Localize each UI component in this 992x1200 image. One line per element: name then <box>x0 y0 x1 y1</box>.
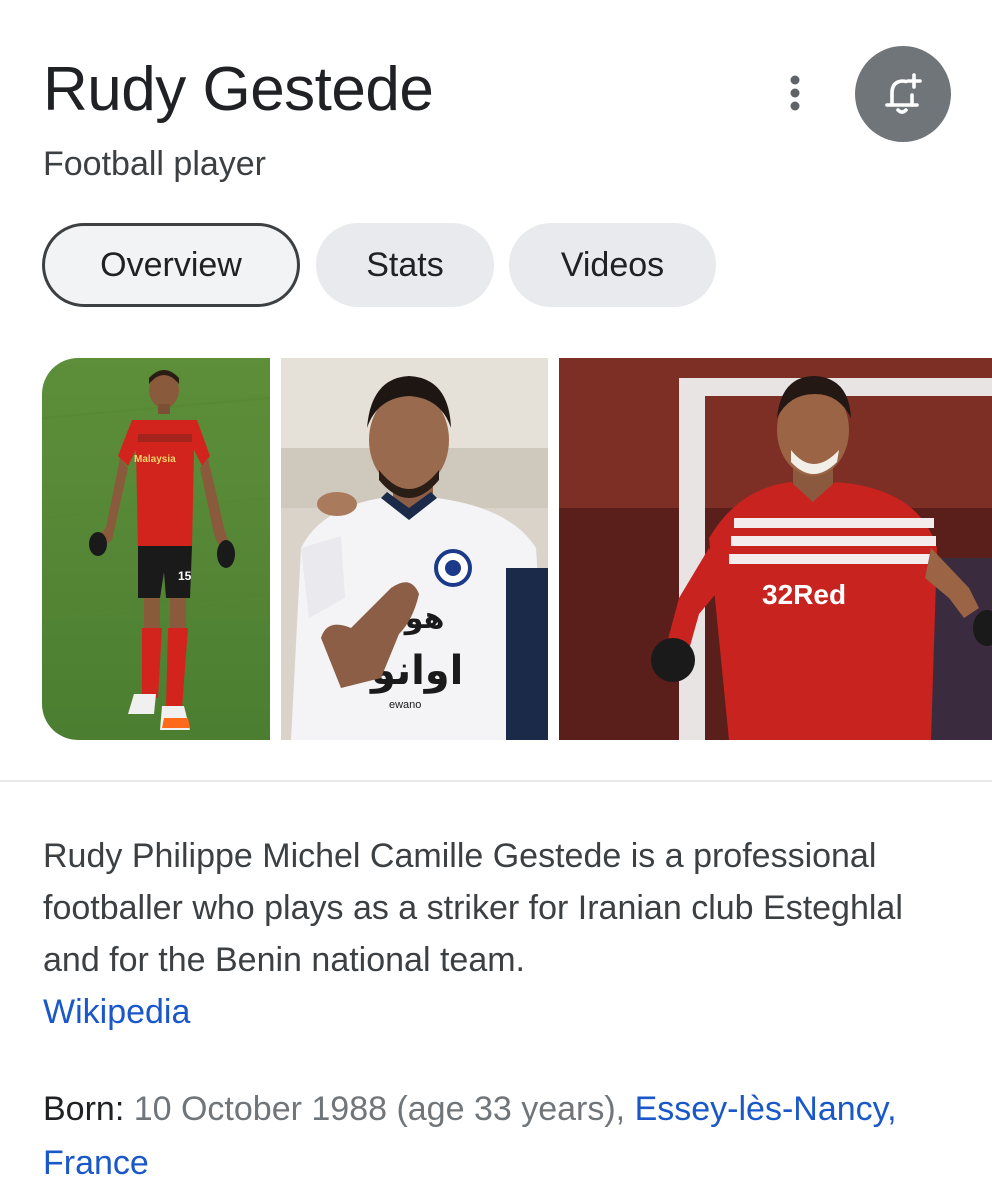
svg-text:ewano: ewano <box>389 699 421 711</box>
section-divider <box>0 780 992 782</box>
more-options-button[interactable] <box>770 68 820 118</box>
born-label: Born: <box>43 1090 125 1128</box>
player-photo-2[interactable]: هوای اوانو ewano <box>281 358 548 740</box>
entity-subtitle: Football player <box>43 145 267 183</box>
entity-description: Rudy Philippe Michel Camille Gestede is … <box>43 830 963 1038</box>
description-text: Rudy Philippe Michel Camille Gestede is … <box>43 837 903 979</box>
wikipedia-link[interactable]: Wikipedia <box>43 986 963 1038</box>
jersey-sponsor-text: Malaysia <box>134 454 176 465</box>
player-photo-3[interactable]: 32Red <box>559 358 992 740</box>
tab-videos[interactable]: Videos <box>509 223 716 307</box>
born-date: 10 October 1988 (age 33 years), <box>133 1090 626 1128</box>
follow-notification-button[interactable] <box>855 46 951 142</box>
tab-stats[interactable]: Stats <box>316 223 494 307</box>
notification-add-icon <box>885 73 922 114</box>
jersey-sponsor-text-2: 32Red <box>762 579 846 610</box>
more-vert-icon <box>790 75 800 111</box>
born-fact: Born: 10 October 1988 (age 33 years), Es… <box>43 1082 963 1190</box>
player-photo-1[interactable]: Malaysia 15 <box>42 358 270 740</box>
tab-overview[interactable]: Overview <box>42 223 300 307</box>
jersey-number-text: 15 <box>178 569 192 583</box>
page-title: Rudy Gestede <box>43 55 434 124</box>
